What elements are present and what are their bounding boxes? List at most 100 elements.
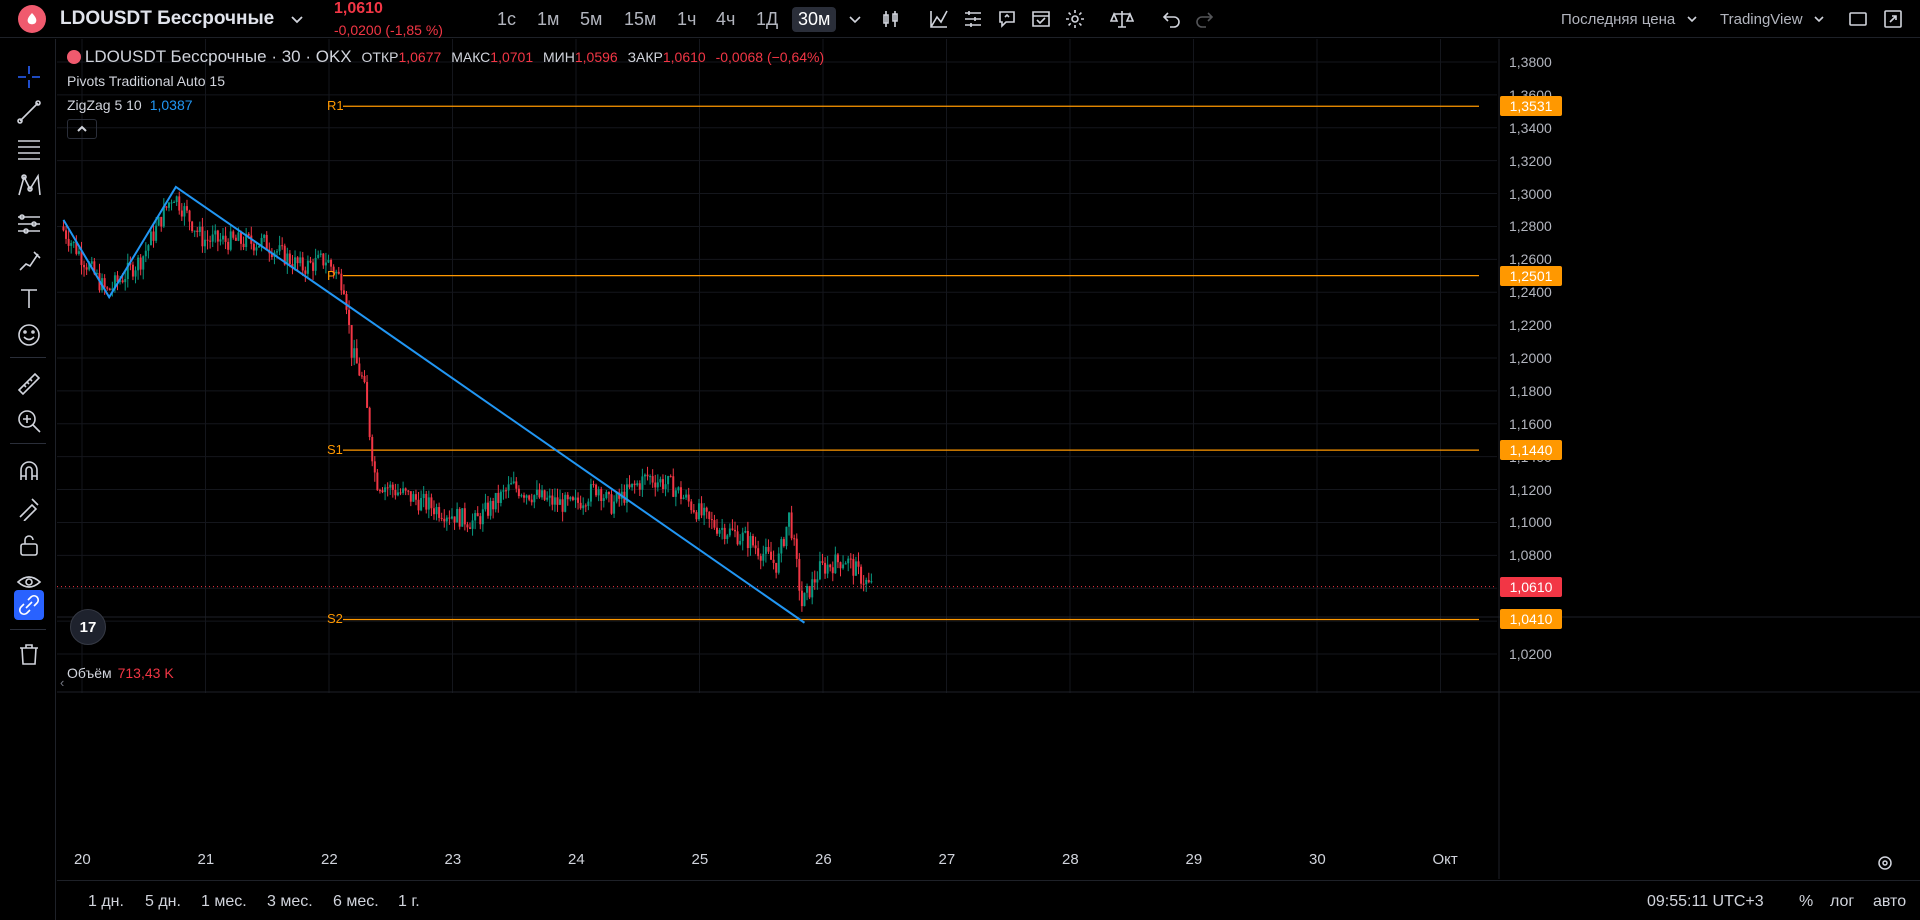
pattern-icon[interactable] — [14, 171, 44, 201]
fullscreen-icon[interactable] — [1847, 0, 1869, 38]
candle-body — [188, 210, 191, 222]
gear-icon[interactable] — [1876, 854, 1894, 877]
range-5d[interactable]: 5 дн. — [145, 893, 181, 911]
legend-symbol[interactable]: LDOUSDT Бессрочные · 30 · OKX — [85, 47, 352, 66]
candle-body — [407, 490, 410, 492]
replay-icon[interactable] — [1030, 0, 1052, 38]
timeframe-1m[interactable]: 1м — [537, 0, 559, 38]
timeframe-15m[interactable]: 15м — [624, 0, 656, 38]
clock[interactable]: 09:55:11 UTC+3 — [1647, 893, 1764, 911]
divider — [10, 629, 46, 630]
price-source-dropdown[interactable]: Последняя цена — [1561, 0, 1675, 38]
legend-high: 1,0701 — [490, 49, 534, 65]
gear-icon[interactable] — [1064, 0, 1086, 38]
candle-body — [301, 257, 304, 271]
range-3m[interactable]: 3 мес. — [267, 893, 313, 911]
ruler-icon[interactable] — [14, 369, 44, 399]
candle-body — [798, 558, 801, 591]
lock-drawing-icon[interactable] — [14, 493, 44, 523]
unlock-icon[interactable] — [14, 530, 44, 560]
candle-body — [788, 512, 791, 527]
candle-body — [348, 309, 351, 326]
candle-body — [175, 196, 178, 203]
candle-body — [638, 483, 641, 490]
brush-icon[interactable] — [14, 246, 44, 276]
text-icon[interactable] — [14, 283, 44, 313]
candle-body — [551, 495, 554, 505]
candle-body — [322, 253, 325, 266]
log-toggle[interactable]: лог — [1830, 893, 1854, 911]
collapse-legend-button[interactable] — [67, 119, 97, 139]
candle-body — [173, 202, 176, 204]
pivot-price-tag: 1,3531 — [1500, 96, 1562, 117]
candle-body — [692, 510, 695, 513]
timeframe-1h[interactable]: 1ч — [677, 0, 696, 38]
timeframe-5m[interactable]: 5м — [580, 0, 602, 38]
range-1d[interactable]: 1 дн. — [88, 893, 124, 911]
candle-body — [574, 497, 577, 500]
emoji-icon[interactable] — [14, 320, 44, 350]
candle-body — [836, 554, 839, 563]
undo-icon[interactable] — [1160, 0, 1182, 38]
fib-lines-icon[interactable] — [14, 134, 44, 164]
candle-body — [294, 257, 297, 269]
chevron-down-icon[interactable] — [290, 0, 304, 38]
chevron-down-icon[interactable] — [1813, 0, 1825, 38]
time-tick-label: 26 — [815, 851, 832, 868]
link-icon[interactable] — [14, 590, 44, 620]
range-6m[interactable]: 6 мес. — [333, 893, 379, 911]
auto-toggle[interactable]: авто — [1873, 893, 1906, 911]
candle-body — [394, 489, 397, 496]
candle-body — [191, 221, 194, 232]
candle-body — [468, 527, 471, 529]
trash-icon[interactable] — [14, 639, 44, 669]
zoom-in-icon[interactable] — [14, 406, 44, 436]
candle-body — [108, 288, 111, 291]
indicator-pivots[interactable]: Pivots Traditional Auto 15 — [67, 73, 225, 89]
candle-body — [600, 489, 603, 501]
candle-body — [317, 254, 320, 258]
chart-area[interactable]: LDOUSDT Бессрочные · 30 · OKX ОТКР1,0677… — [57, 39, 1920, 879]
symbol-search-button[interactable]: LDOUSDT Бессрочные — [60, 0, 274, 38]
candle-body — [350, 325, 353, 358]
percent-toggle[interactable]: % — [1799, 893, 1813, 911]
candle-body — [209, 240, 212, 242]
timeframe-4h[interactable]: 4ч — [716, 0, 735, 38]
timeframe-1s[interactable]: 1с — [497, 0, 516, 38]
candle-body — [571, 497, 574, 500]
pivot-label-s2: S2 — [327, 611, 343, 627]
alert-icon[interactable] — [996, 0, 1018, 38]
candle-body — [507, 484, 510, 491]
chart-style-dropdown[interactable]: TradingView — [1720, 0, 1803, 38]
compare-icon[interactable] — [1110, 0, 1134, 38]
chevron-down-icon[interactable] — [848, 0, 862, 38]
crosshair-icon[interactable] — [14, 62, 44, 92]
indicators-icon[interactable] — [928, 0, 950, 38]
price-tick-label: 1,1200 — [1509, 481, 1552, 498]
candle-body — [816, 579, 819, 583]
candle-body — [643, 474, 646, 477]
candles-icon[interactable] — [880, 0, 902, 38]
range-1y[interactable]: 1 г. — [398, 893, 420, 911]
candle-body — [808, 586, 811, 598]
chevron-down-icon[interactable] — [1686, 0, 1698, 38]
trend-line-icon[interactable] — [14, 97, 44, 127]
expand-icon[interactable] — [1882, 0, 1904, 38]
timeframe-30m[interactable]: 30м — [792, 6, 837, 32]
symbol-logo-icon[interactable] — [18, 5, 46, 33]
candle-body — [762, 553, 765, 561]
candle-body — [685, 494, 688, 498]
indicator-zigzag[interactable]: ZigZag 5 10 1,0387 — [67, 97, 193, 113]
candle-body — [806, 586, 809, 593]
candle-body — [203, 239, 206, 247]
redo-icon[interactable] — [1194, 0, 1216, 38]
magnet-icon[interactable] — [14, 456, 44, 486]
candle-body — [137, 257, 140, 271]
price-chart[interactable] — [57, 39, 1920, 879]
tradingview-logo[interactable]: 17 — [70, 609, 106, 645]
templates-icon[interactable] — [962, 0, 984, 38]
range-1m[interactable]: 1 мес. — [201, 893, 247, 911]
timeframe-1d[interactable]: 1Д — [756, 0, 778, 38]
pivot-label-r1: R1 — [327, 98, 344, 114]
forecast-icon[interactable] — [14, 209, 44, 239]
